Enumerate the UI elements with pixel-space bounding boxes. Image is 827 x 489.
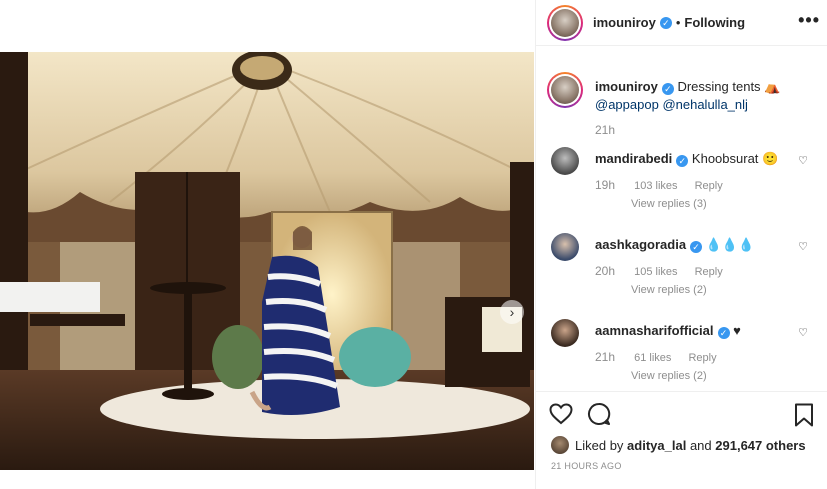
mention-nehalulla[interactable]: @nehalulla_nlj [662,97,747,112]
liker-avatar[interactable] [551,436,569,454]
more-options-icon[interactable]: ••• [798,11,820,29]
comment-item: mandirabedi ✓ Khoobsurat 🙂 19h 103 likes … [536,144,827,230]
caption-time[interactable]: 21h [595,123,615,137]
bookmark-icon[interactable] [794,403,814,432]
action-icons [549,402,611,426]
comment-bubble-icon[interactable] [587,402,611,426]
reply-button[interactable]: Reply [695,266,723,278]
caption-avatar[interactable] [547,72,583,108]
avatar-image [551,76,579,104]
comment-body: ♥ [733,323,741,338]
comment-likes[interactable]: 103 likes [634,180,677,192]
post-photo[interactable]: › [0,52,534,470]
author-username[interactable]: imouniroy [593,15,656,30]
like-heart-icon[interactable] [549,402,573,426]
comment-meta: 19h 103 likes Reply [595,178,737,192]
view-replies-button[interactable]: View replies (2) [631,284,707,296]
verified-badge-icon: ✓ [659,16,672,29]
likes-summary: Liked by aditya_lal and 291,647 others [551,436,806,454]
comment-likes[interactable]: 105 likes [634,266,677,278]
view-replies-button[interactable]: View replies (2) [631,370,707,382]
commenter-username[interactable]: aashkagoradia [595,237,686,252]
post-caption: imouniroy ✓ Dressing tents ⛺ @appapop @ne… [536,60,827,144]
commenter-username[interactable]: aamnasharifofficial [595,323,714,338]
tent-interior-image [0,52,534,470]
comment-time[interactable]: 20h [595,264,615,278]
comment-text: aashkagoradia ✓ 💧💧💧 [595,237,795,253]
comment-text: mandirabedi ✓ Khoobsurat 🙂 [595,151,795,167]
verified-badge-icon: ✓ [690,241,703,253]
avatar-image [551,8,579,37]
author-avatar[interactable] [547,4,583,41]
caption-body: Dressing tents [677,79,761,94]
comment-item: aamnasharifofficial ✓ ♥ 21h 61 likes Repl… [536,316,827,390]
post-side-panel: imouniroy ✓ • Following ••• imouniroy ✓ D… [535,0,827,489]
carousel-next-button[interactable]: › [500,300,524,324]
likes-and: and [689,437,712,453]
following-button[interactable]: Following [684,15,745,30]
comment-text: aamnasharifofficial ✓ ♥ [595,323,795,339]
comment-time[interactable]: 21h [595,350,615,364]
commenter-avatar[interactable] [551,233,579,261]
media-column: › [0,0,535,489]
reply-button[interactable]: Reply [695,180,723,192]
post-header: imouniroy ✓ • Following ••• [536,0,827,46]
comment-body: 💧💧💧 [705,237,755,252]
comment-like-heart-icon[interactable]: ♡ [798,240,808,253]
comment-body: Khoobsurat 🙂 [691,151,779,166]
post-timestamp[interactable]: 21 HOURS AGO [551,461,622,471]
commenter-avatar[interactable] [551,319,579,347]
comment-time[interactable]: 19h [595,178,615,192]
caption-username[interactable]: imouniroy [595,79,658,94]
tent-emoji-icon: ⛺ [760,79,781,94]
verified-badge-icon: ✓ [717,327,730,339]
caption-text: imouniroy ✓ Dressing tents ⛺ @appapop @ne… [595,78,815,114]
reply-button[interactable]: Reply [688,352,716,364]
commenter-avatar[interactable] [551,147,579,175]
likes-others[interactable]: 291,647 others [715,438,805,453]
mention-appapop[interactable]: @appapop [595,97,659,112]
comment-likes[interactable]: 61 likes [634,352,671,364]
view-replies-button[interactable]: View replies (3) [631,198,707,210]
verified-badge-icon: ✓ [676,155,689,167]
liker-username[interactable]: aditya_lal [627,438,686,453]
comment-like-heart-icon[interactable]: ♡ [798,326,808,339]
comment-like-heart-icon[interactable]: ♡ [798,154,808,167]
comments-list[interactable]: imouniroy ✓ Dressing tents ⛺ @appapop @ne… [536,60,827,390]
likes-prefix: Liked by [575,437,624,453]
verified-badge-icon: ✓ [661,83,674,95]
instagram-post-page: › imouniroy ✓ • Following ••• imouniroy ✓… [0,0,827,489]
post-actions: Liked by aditya_lal and 291,647 others 2… [536,391,827,489]
comment-meta: 20h 105 likes Reply [595,264,737,278]
comment-meta: 21h 61 likes Reply [595,350,731,364]
comment-item: aashkagoradia ✓ 💧💧💧 20h 105 likes Reply V… [536,230,827,316]
header-separator: • [675,15,681,30]
commenter-username[interactable]: mandirabedi [595,151,672,166]
